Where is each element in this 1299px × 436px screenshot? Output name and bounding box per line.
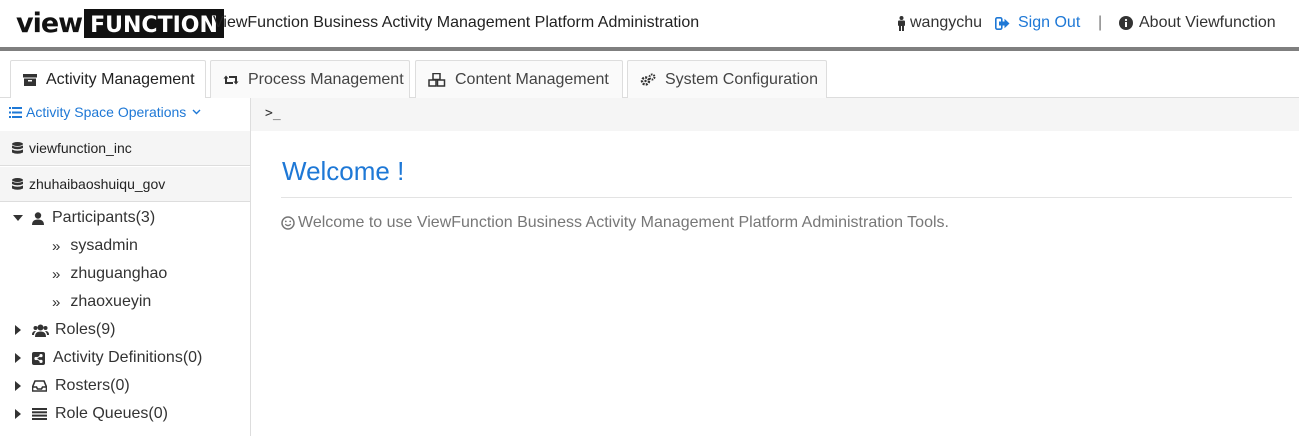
tree-node-participants[interactable]: Participants(3): [12, 208, 155, 228]
logo-text-function: FUNCTION: [84, 9, 224, 38]
participant-label: sysadmin: [70, 237, 138, 254]
space-item-zhuhaibaoshuiqu-gov[interactable]: zhuhaibaoshuiqu_gov: [0, 167, 250, 202]
tree-node-activity-definitions[interactable]: Activity Definitions(0): [12, 348, 202, 368]
tree-node-label: Role Queues(0): [55, 405, 168, 422]
sign-out-label: Sign Out: [1018, 14, 1081, 31]
tab-system-configuration[interactable]: System Configuration: [627, 60, 827, 98]
male-icon: [897, 15, 906, 31]
header-separator: |: [1098, 14, 1103, 31]
tree-node-roles[interactable]: Roles(9): [12, 320, 115, 340]
logo-text-view: view: [16, 8, 83, 39]
info-circle-icon: [1119, 16, 1133, 30]
user-name: wangychu: [910, 14, 983, 31]
main-tabs: Activity Management Process Management C…: [0, 51, 1299, 99]
inbox-icon: [32, 380, 47, 392]
tab-label: Content Management: [455, 70, 609, 88]
command-bar[interactable]: >_: [251, 98, 1299, 131]
about-label: About Viewfunction: [1139, 14, 1276, 31]
caret-down-icon[interactable]: [12, 214, 24, 222]
database-icon: [12, 177, 23, 191]
tab-process-management[interactable]: Process Management: [210, 60, 410, 98]
double-angle-right-icon: »: [52, 237, 61, 255]
welcome-title: Welcome !: [282, 156, 405, 186]
about-link[interactable]: About Viewfunction: [1119, 14, 1276, 32]
tab-content-management[interactable]: Content Management: [415, 60, 623, 98]
chevron-down-icon: [192, 109, 201, 115]
space-label: zhuhaibaoshuiqu_gov: [29, 176, 166, 192]
database-icon: [12, 141, 23, 155]
smile-icon: [281, 216, 295, 230]
retweet-icon: [223, 74, 239, 86]
bars-icon: [32, 408, 47, 420]
user-icon: [32, 211, 44, 225]
participant-item-zhuguanghao[interactable]: » zhuguanghao: [52, 264, 167, 284]
current-user: wangychu: [897, 14, 982, 32]
archive-icon: [23, 74, 37, 86]
double-angle-right-icon: »: [52, 293, 61, 311]
participant-label: zhaoxueyin: [70, 293, 152, 310]
double-angle-right-icon: »: [52, 265, 61, 283]
tab-label: Process Management: [248, 70, 404, 88]
space-label: viewfunction_inc: [29, 140, 132, 156]
tree-node-label: Activity Definitions(0): [53, 349, 203, 366]
cubes-icon: [428, 72, 446, 87]
tree-node-label: Roles(9): [55, 321, 116, 338]
users-icon: [32, 324, 49, 337]
activity-space-operations-dropdown[interactable]: Activity Space Operations: [9, 104, 205, 120]
tree-node-label: Rosters(0): [55, 377, 130, 394]
tree-node-role-queues[interactable]: Role Queues(0): [12, 404, 168, 424]
sidebar: Activity Space Operations viewfunction_i…: [0, 98, 251, 436]
list-icon: [9, 106, 22, 118]
app-title: ViewFunction Business Activity Managemen…: [213, 14, 700, 31]
viewfunction-logo[interactable]: view FUNCTION: [16, 9, 224, 38]
tree-node-label: Participants(3): [52, 209, 156, 226]
tree-node-rosters[interactable]: Rosters(0): [12, 376, 130, 396]
participant-label: zhuguanghao: [70, 265, 168, 282]
app-header: view FUNCTION ViewFunction Business Acti…: [0, 0, 1299, 47]
tab-label: System Configuration: [665, 70, 818, 88]
space-ops-label: Activity Space Operations: [26, 104, 187, 120]
caret-right-icon[interactable]: [12, 353, 24, 363]
participant-item-sysadmin[interactable]: » sysadmin: [52, 236, 138, 256]
sign-out-link[interactable]: Sign Out: [995, 14, 1080, 32]
space-item-viewfunction-inc[interactable]: viewfunction_inc: [0, 131, 250, 166]
participant-item-zhaoxueyin[interactable]: » zhaoxueyin: [52, 292, 151, 312]
tab-activity-management[interactable]: Activity Management: [10, 60, 206, 99]
welcome-message: Welcome to use ViewFunction Business Act…: [281, 214, 949, 232]
caret-right-icon[interactable]: [12, 325, 24, 335]
terminal-prompt-icon: >_: [265, 106, 281, 121]
cogs-icon: [640, 73, 656, 87]
caret-right-icon[interactable]: [12, 381, 24, 391]
share-square-icon: [32, 351, 45, 365]
welcome-divider: [281, 197, 1292, 198]
tab-label: Activity Management: [46, 71, 195, 88]
sign-out-icon: [995, 16, 1010, 30]
welcome-message-text: Welcome to use ViewFunction Business Act…: [298, 214, 949, 231]
caret-right-icon[interactable]: [12, 409, 24, 419]
